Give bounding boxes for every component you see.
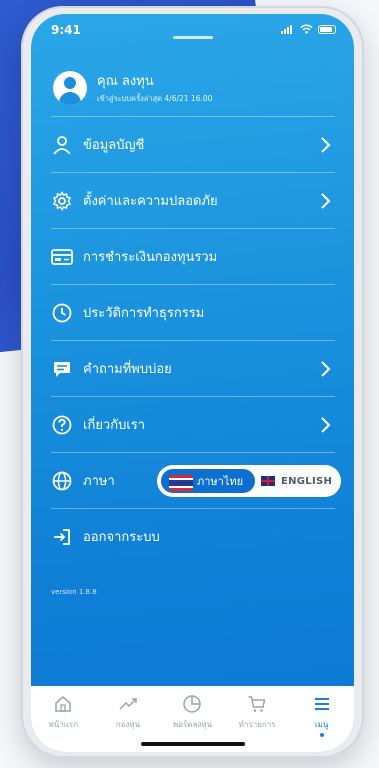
menu-item-label: ตั้งค่าและความปลอดภัย	[83, 194, 218, 209]
chevron-right-icon	[321, 417, 331, 433]
pie-icon	[183, 695, 202, 713]
globe-icon	[51, 470, 73, 492]
tab-label: พอร์ตลงทุน	[172, 720, 213, 729]
notch	[173, 36, 213, 39]
menu-item-about[interactable]: เกี่ยวกับเรา	[51, 396, 335, 452]
card-icon	[51, 246, 73, 268]
menu-item-label: คำถามที่พบบ่อย	[83, 362, 172, 377]
clock-icon	[51, 302, 73, 324]
menu-item-label: เกี่ยวกับเรา	[83, 418, 146, 433]
profile-name: คุณ ลงทุน	[97, 74, 154, 89]
menu-list: ข้อมูลบัญชี ตั้งค่าและความปลอดภัย การชำร…	[51, 116, 341, 564]
menu-item-history[interactable]: ประวัติการทำธุรกรรม	[51, 284, 335, 340]
status-bar: 9:41	[31, 14, 354, 48]
wifi-icon	[300, 24, 313, 34]
menu-item-settings[interactable]: ตั้งค่าและความปลอดภัย	[51, 172, 335, 228]
menu-item-faq[interactable]: คำถามที่พบบ่อย	[51, 340, 335, 396]
home-icon	[55, 696, 72, 712]
tab-home[interactable]: หน้าแรก	[33, 694, 93, 752]
menu-item-label: ข้อมูลบัญชี	[83, 138, 145, 153]
tab-label: หน้าแรก	[48, 720, 79, 729]
trend-icon	[119, 698, 137, 710]
tab-menu[interactable]: เมนู	[292, 694, 352, 752]
menu-icon	[314, 698, 329, 710]
status-time: 9:41	[51, 23, 81, 37]
menu-item-label: การชำระเงินกองทุนรวม	[83, 250, 218, 265]
status-icons	[281, 24, 336, 34]
gear-icon	[51, 190, 73, 212]
help-icon	[51, 414, 73, 436]
uk-flag-icon	[261, 476, 275, 486]
last-login-text: เข้าสู่ระบบครั้งล่าสุด 4/6/21 16.00	[97, 94, 213, 103]
thai-flag-icon	[169, 475, 193, 491]
menu-item-language: ภาษา ภาษาไทย ENGLISH	[51, 452, 341, 508]
menu-item-account[interactable]: ข้อมูลบัญชี	[51, 116, 335, 172]
active-tab-dot	[319, 733, 324, 737]
home-indicator	[141, 742, 245, 746]
language-option-english[interactable]: ENGLISH	[261, 465, 332, 497]
avatar	[53, 70, 87, 105]
tab-label: เมนู	[314, 720, 329, 729]
language-option-thai[interactable]: ภาษาไทย	[159, 467, 257, 495]
chevron-right-icon	[321, 361, 331, 377]
chevron-right-icon	[321, 137, 331, 153]
language-english-label: ENGLISH	[281, 475, 333, 487]
logout-icon	[51, 526, 73, 548]
chat-icon	[51, 358, 73, 380]
app-screen: 9:41 คุณ ลงทุน เข้าสู่ระบบครั้งล่าสุด 4/…	[31, 14, 354, 752]
language-toggle[interactable]: ภาษาไทย ENGLISH	[157, 465, 341, 497]
version-text: version 1.8.8	[51, 588, 97, 596]
user-icon	[51, 134, 73, 156]
menu-item-label: ประวัติการทำธุรกรรม	[83, 306, 205, 321]
menu-item-label: ออกจากระบบ	[83, 530, 160, 545]
language-thai-label: ภาษาไทย	[197, 475, 244, 488]
menu-item-payment[interactable]: การชำระเงินกองทุนรวม	[51, 228, 335, 284]
profile-header[interactable]: คุณ ลงทุน เข้าสู่ระบบครั้งล่าสุด 4/6/21 …	[53, 70, 212, 105]
tab-label: กองทุน	[115, 720, 141, 729]
menu-item-label: ภาษา	[83, 474, 115, 489]
chevron-right-icon	[321, 193, 331, 209]
battery-icon	[318, 24, 336, 34]
tab-label: ทำรายการ	[238, 720, 276, 729]
signal-icon	[281, 24, 295, 34]
cart-icon	[248, 696, 266, 712]
menu-item-logout[interactable]: ออกจากระบบ	[51, 508, 335, 564]
